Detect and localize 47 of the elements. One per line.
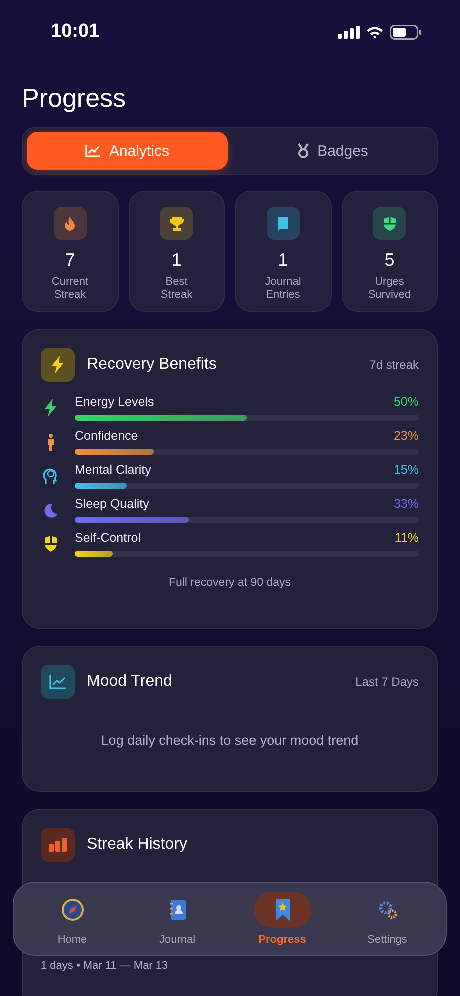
benefit-name: Confidence [75, 428, 138, 444]
card-title: Streak History [87, 836, 188, 854]
tab-bar-item[interactable]: Settings [335, 883, 440, 955]
benefit-percent: 50% [394, 394, 419, 410]
tab-bar-item[interactable]: Home [20, 883, 125, 955]
streak-label: 7d streak [370, 358, 419, 372]
stat-value: 7 [65, 249, 76, 271]
card-title: Mood Trend [87, 673, 174, 691]
range-label: Last 7 Days [356, 675, 419, 689]
benefit-name: Mental Clarity [75, 462, 152, 478]
lightning-icon [51, 356, 65, 374]
benefit-name: Sleep Quality [75, 496, 150, 512]
stat-value: 5 [384, 249, 395, 271]
wifi-icon [366, 26, 384, 38]
benefit-percent: 15% [394, 462, 419, 478]
stat-value: 1 [278, 249, 288, 271]
stat-value: 1 [172, 249, 182, 271]
card-title: Recovery Benefits [87, 356, 218, 374]
compass-icon [62, 899, 84, 921]
tab[interactable]: Badges [232, 132, 433, 170]
tab-bar-item[interactable]: Journal [125, 883, 230, 955]
gears-icon [378, 900, 398, 920]
chart-icon [49, 674, 67, 690]
stat-label: Current Streak [50, 276, 90, 301]
bookmark-icon [274, 898, 290, 922]
signal-icon [338, 26, 360, 38]
benefit-name: Self-Control [75, 530, 141, 546]
shield-icon [382, 216, 398, 232]
benefit-percent: 11% [394, 530, 419, 546]
notebook-icon [168, 899, 186, 921]
stat-label: Best Streak [160, 276, 194, 301]
recovery-note: Full recovery at 90 days [168, 577, 292, 589]
benefit-name: Energy Levels [75, 394, 154, 410]
tab[interactable]: Analytics [27, 132, 228, 170]
tab-bar-item[interactable]: Progress [230, 883, 335, 955]
empty-message: Log daily check-ins to see your mood trend [100, 733, 360, 748]
stat-label: Urges Survived [367, 276, 412, 301]
bar-chart-icon [49, 838, 67, 852]
trophy-icon [168, 216, 185, 232]
status-time: 10:01 [51, 21, 100, 43]
benefit-percent: 33% [394, 496, 419, 512]
chart-icon [85, 144, 102, 158]
benefit-percent: 23% [394, 428, 419, 444]
battery-icon [390, 24, 422, 40]
streak-dates: 1 days • Mar 11 — Mar 13 [41, 960, 170, 972]
page-title: Progress [22, 83, 128, 113]
stat-label: Journal Entries [264, 276, 302, 301]
